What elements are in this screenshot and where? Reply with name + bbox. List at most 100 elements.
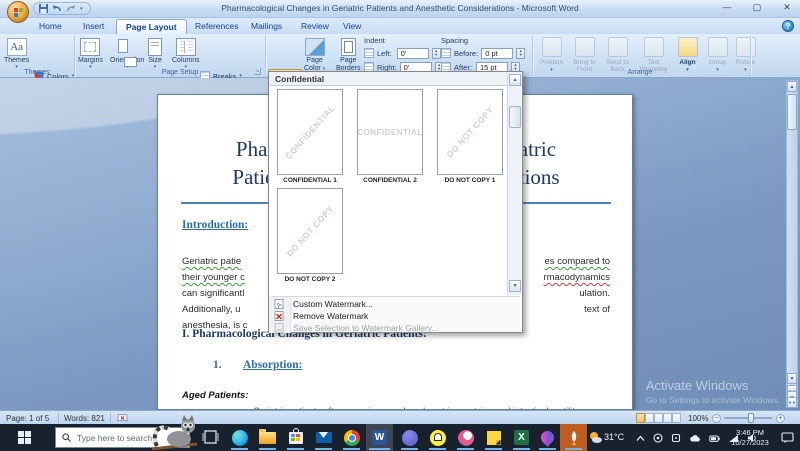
- taskbar-app-word[interactable]: W: [366, 424, 393, 451]
- minimize-button[interactable]: —: [718, 2, 736, 14]
- taskbar-app-paint-drop[interactable]: [534, 424, 561, 451]
- indent-left-label: Left:: [377, 48, 392, 58]
- taskbar-app-edge[interactable]: [226, 424, 253, 451]
- indent-left-value[interactable]: 0': [396, 47, 429, 59]
- tab-review[interactable]: Review: [292, 19, 338, 34]
- spacing-before-spinner[interactable]: ▲ ▼: [516, 47, 526, 59]
- taskbar-app-pink[interactable]: [452, 424, 479, 451]
- scroll-up-icon[interactable]: ▲: [787, 81, 797, 92]
- rotate-button[interactable]: Rotate ▾: [730, 37, 761, 73]
- position-button[interactable]: Position ▾: [536, 37, 567, 73]
- page-color-button[interactable]: Page Color ▾: [304, 36, 325, 72]
- maximize-button[interactable]: ▢: [748, 2, 766, 14]
- page-setup-group-label: Page Setup: [161, 69, 199, 76]
- watermark-option-do-not-copy-1[interactable]: DO NOT COPY: [437, 89, 503, 175]
- activate-windows-watermark: Activate Windows Go to Settings to activ…: [645, 378, 780, 405]
- columns-button[interactable]: Columns ▾: [172, 36, 200, 70]
- tray-battery-icon[interactable]: [709, 434, 720, 443]
- start-button[interactable]: [0, 424, 48, 451]
- indent-header: Indent: [364, 36, 385, 45]
- zoom-slider-thumb[interactable]: [748, 413, 754, 423]
- taskbar-app-chrome[interactable]: [338, 424, 365, 451]
- watermark-option-confidential-1[interactable]: CONFIDENTIAL: [277, 89, 343, 175]
- status-bar: Page: 1 of 5 Words: 821 100% − +: [0, 410, 800, 424]
- draft-view-button[interactable]: [672, 413, 681, 423]
- margins-icon: [80, 38, 101, 56]
- taskbar-app-excel[interactable]: X: [508, 424, 535, 451]
- zoom-out-icon[interactable]: −: [712, 413, 721, 423]
- tab-view[interactable]: View: [334, 19, 370, 34]
- zoom-in-icon[interactable]: +: [776, 413, 785, 423]
- word-icon: W: [372, 430, 387, 445]
- gallery-scroll-up-icon[interactable]: ▲: [509, 74, 521, 86]
- themes-button[interactable]: Aa Themes ▾: [4, 36, 29, 70]
- size-icon: [148, 38, 162, 56]
- scroll-down-icon[interactable]: ▼: [787, 373, 797, 384]
- watermark-option-confidential-2[interactable]: CONFIDENTIAL: [357, 89, 423, 175]
- taskbar-app-mail[interactable]: [310, 424, 337, 451]
- help-icon[interactable]: ?: [782, 20, 794, 32]
- size-button[interactable]: Size ▾: [148, 36, 162, 70]
- taskbar-app-sticky-notes[interactable]: [480, 424, 507, 451]
- text-wrapping-button[interactable]: Text Wrapping: [638, 37, 669, 73]
- gallery-scroll-down-icon[interactable]: ▼: [509, 280, 521, 292]
- full-screen-view-button[interactable]: [645, 413, 654, 423]
- taskbar-app-purple[interactable]: [396, 424, 423, 451]
- bring-to-front-button[interactable]: Bring to Front: [569, 37, 600, 73]
- tab-mailings[interactable]: Mailings: [242, 19, 291, 34]
- weather-temperature[interactable]: 31°C: [604, 432, 624, 442]
- task-view-icon[interactable]: [202, 429, 219, 445]
- send-to-back-button[interactable]: Send to Back: [602, 37, 633, 73]
- tray-chevron-up-icon[interactable]: [636, 435, 645, 442]
- office-button[interactable]: [7, 1, 29, 23]
- group-button[interactable]: Group ▾: [702, 37, 733, 73]
- align-button[interactable]: Align ▾: [672, 37, 703, 73]
- proofing-status-icon[interactable]: [117, 413, 128, 423]
- page-setup-dialog-launcher-icon[interactable]: ↘: [254, 68, 261, 75]
- taskbar-app-orange-highlighted[interactable]: [560, 424, 587, 451]
- close-button[interactable]: ✕: [778, 2, 796, 14]
- tray-target-icon[interactable]: [653, 433, 663, 443]
- menu-item-custom-watermark[interactable]: A Custom Watermark...: [269, 298, 522, 310]
- scrollbar-thumb[interactable]: [787, 94, 797, 130]
- spacing-before-value[interactable]: 0 pt: [481, 47, 514, 59]
- taskbar-app-store[interactable]: [282, 424, 309, 451]
- office-logo-icon: [13, 7, 23, 17]
- pink-app-icon: [457, 429, 474, 446]
- menu-item-remove-watermark[interactable]: Remove Watermark: [269, 310, 522, 322]
- zoom-level[interactable]: 100%: [688, 414, 708, 423]
- weather-icon[interactable]: [588, 431, 602, 444]
- outline-view-button[interactable]: [663, 413, 672, 423]
- tab-references[interactable]: References: [186, 19, 247, 34]
- watermark-option-do-not-copy-2[interactable]: DO NOT COPY: [277, 188, 343, 274]
- tab-home[interactable]: Home: [30, 19, 71, 34]
- margins-button[interactable]: Margins ▾: [78, 36, 103, 70]
- indent-left-icon: [364, 48, 374, 58]
- word-count[interactable]: Words: 821: [64, 414, 105, 423]
- taskbar-app-file-explorer[interactable]: [254, 424, 281, 451]
- taskbar-app-yellow[interactable]: [424, 424, 451, 451]
- gallery-scrollbar-thumb[interactable]: [509, 106, 521, 128]
- tab-insert[interactable]: Insert: [74, 19, 113, 34]
- orientation-button[interactable]: Orientation▾: [110, 36, 144, 70]
- page-indicator[interactable]: Page: 1 of 5: [6, 414, 49, 423]
- align-icon: [677, 37, 698, 57]
- action-center-icon[interactable]: [781, 432, 794, 443]
- tray-device-icon[interactable]: [671, 433, 681, 443]
- position-icon: [541, 37, 562, 57]
- indent-left-spinner[interactable]: ▲ ▼: [431, 47, 441, 59]
- vertical-scrollbar[interactable]: ▲ ▼ ▲▲ ● ▼▼: [786, 80, 798, 408]
- tab-page-layout[interactable]: Page Layout: [116, 19, 187, 34]
- gallery-scrollbar[interactable]: ▲ ▼: [507, 73, 521, 295]
- page-borders-button[interactable]: Page Borders: [336, 36, 361, 72]
- rotate-icon: [735, 37, 756, 57]
- print-layout-view-button[interactable]: [636, 413, 645, 423]
- intro-heading: Introduction:: [182, 219, 249, 231]
- watermark-gallery: CONFIDENTIAL CONFIDENTIAL 1 CONFIDENTIAL…: [269, 86, 506, 296]
- store-icon: [288, 427, 303, 444]
- next-page-icon[interactable]: ▼▼: [787, 397, 797, 408]
- taskbar-clock[interactable]: 3:46 PM 10/27/2023: [729, 428, 771, 447]
- tray-onedrive-cloud-icon[interactable]: [689, 434, 701, 443]
- web-layout-view-button[interactable]: [654, 413, 663, 423]
- ribbon-tab-row: Home Insert Page Layout References Maili…: [0, 18, 800, 34]
